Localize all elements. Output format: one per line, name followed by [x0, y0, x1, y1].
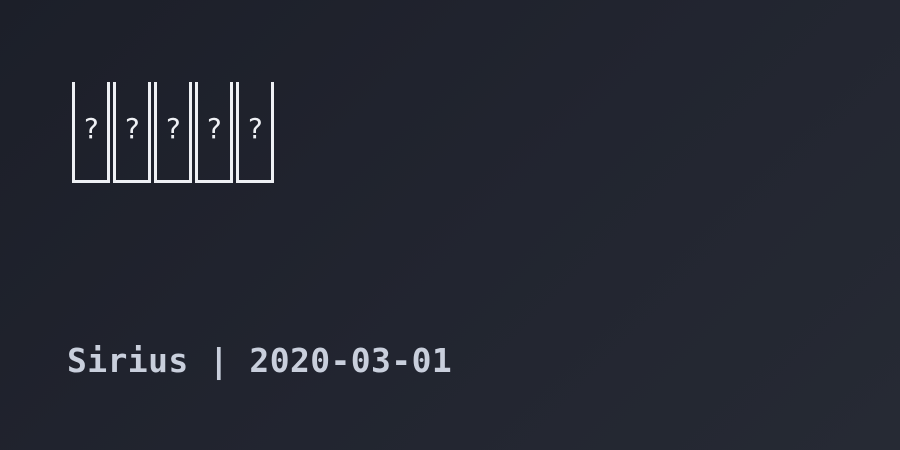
- missing-glyph-icon: ?: [154, 82, 192, 183]
- missing-glyph-mark: ?: [82, 112, 100, 145]
- author-name: Sirius: [67, 341, 189, 380]
- missing-glyph-icon: ?: [113, 82, 151, 183]
- missing-glyph-icon: ?: [195, 82, 233, 183]
- post-date: 2020-03-01: [249, 341, 453, 380]
- post-meta: Sirius | 2020-03-01: [67, 341, 452, 380]
- missing-glyph-mark: ?: [164, 112, 182, 145]
- missing-glyph-mark: ?: [123, 112, 141, 145]
- post-title: ? ? ? ? ?: [72, 82, 274, 188]
- missing-glyph-icon: ?: [236, 82, 274, 183]
- missing-glyph-mark: ?: [246, 112, 264, 145]
- missing-glyph-mark: ?: [205, 112, 223, 145]
- meta-separator: |: [188, 341, 250, 380]
- missing-glyph-icon: ?: [72, 82, 110, 183]
